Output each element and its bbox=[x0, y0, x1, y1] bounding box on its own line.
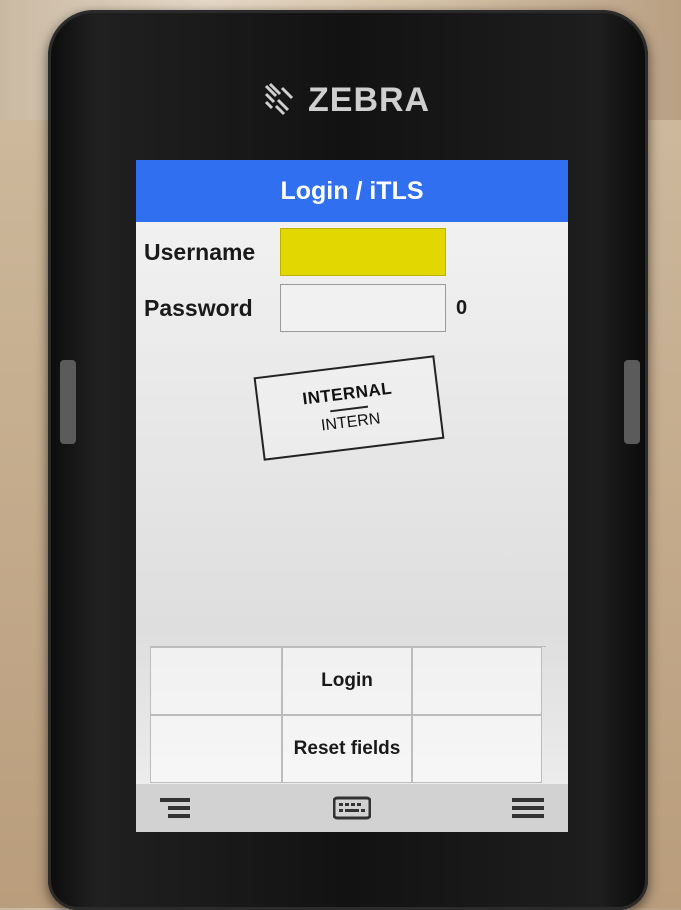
reset-fields-button[interactable]: Reset fields bbox=[282, 715, 412, 783]
brand-name: ZEBRA bbox=[308, 80, 431, 119]
menu-collapse-icon[interactable] bbox=[160, 796, 192, 820]
username-row: Username bbox=[144, 228, 446, 276]
keyboard-icon[interactable] bbox=[333, 796, 371, 820]
reset-fields-label: Reset fields bbox=[293, 738, 401, 759]
empty-button-3[interactable] bbox=[150, 715, 282, 783]
title-bar: Login / iTLS bbox=[136, 160, 568, 222]
zebra-logo-icon bbox=[264, 82, 294, 116]
empty-button-1[interactable] bbox=[150, 647, 282, 715]
username-label: Username bbox=[144, 238, 256, 265]
username-field[interactable] bbox=[280, 228, 446, 276]
side-button-right bbox=[624, 360, 640, 444]
hamburger-menu-icon[interactable] bbox=[512, 796, 544, 820]
bottom-nav-bar bbox=[136, 784, 568, 832]
device-screen: Login / iTLS Username Password 0 INTERNA… bbox=[136, 160, 568, 832]
page-title: Login / iTLS bbox=[280, 176, 424, 205]
password-row: Password 0 bbox=[144, 284, 467, 332]
stamp-line-2: INTERN bbox=[320, 410, 382, 435]
action-grid: Login Reset fields bbox=[150, 646, 546, 783]
login-button[interactable]: Login bbox=[282, 647, 412, 715]
password-label: Password bbox=[144, 294, 253, 321]
empty-button-4[interactable] bbox=[412, 715, 542, 783]
empty-button-2[interactable] bbox=[412, 647, 542, 715]
internal-stamp: INTERNAL INTERN bbox=[253, 355, 445, 461]
side-button-left bbox=[60, 360, 76, 444]
login-button-label: Login bbox=[321, 670, 373, 691]
device-brand: ZEBRA bbox=[262, 78, 442, 122]
stamp-line-1: INTERNAL bbox=[301, 378, 394, 409]
password-field[interactable] bbox=[280, 284, 446, 332]
password-length-counter: 0 bbox=[456, 296, 468, 319]
